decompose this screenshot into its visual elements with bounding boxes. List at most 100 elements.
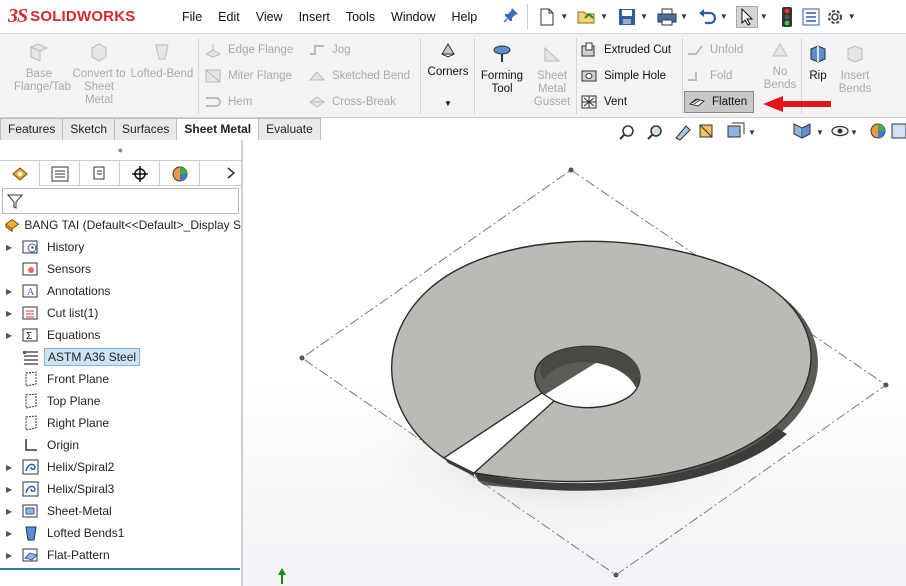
undo-dropdown-caret[interactable]: ▼	[720, 12, 728, 21]
open-folder-icon[interactable]	[576, 6, 598, 28]
new-document-icon[interactable]	[536, 6, 558, 28]
file-properties-icon[interactable]	[800, 6, 822, 28]
expand-arrow-icon[interactable]: ▶	[6, 529, 16, 538]
hem-button[interactable]: Hem	[204, 91, 252, 113]
sheet-metal-gusset-button[interactable]: Sheet Metal Gusset	[530, 44, 574, 109]
view-orientation-caret[interactable]: ▼	[748, 128, 756, 137]
new-dropdown-caret[interactable]: ▼	[560, 12, 568, 21]
undo-icon[interactable]	[696, 6, 718, 28]
tree-item-sheet-metal[interactable]: ▶ Sheet-Metal	[0, 500, 241, 522]
rip-button[interactable]: Rip	[804, 44, 832, 83]
zoom-to-fit-icon[interactable]	[619, 125, 634, 140]
lofted-bend-button[interactable]: Lofted-Bend	[128, 42, 196, 81]
filter-funnel-icon[interactable]	[7, 193, 23, 209]
tree-item-front-plane[interactable]: Front Plane	[0, 368, 241, 390]
feature-manager-tab[interactable]	[0, 161, 40, 186]
convert-to-sheet-metal-button[interactable]: Convert to Sheet Metal	[72, 42, 126, 107]
miter-flange-button[interactable]: Miter Flange	[204, 65, 292, 87]
expand-arrow-icon[interactable]: ▶	[6, 485, 16, 494]
graphics-area[interactable]: ▼ ▼ ▼	[242, 118, 906, 586]
zoom-to-area-icon[interactable]	[647, 125, 662, 140]
unfold-button[interactable]: Unfold	[686, 39, 743, 61]
flatten-button[interactable]: Flatten	[684, 91, 755, 113]
cross-break-button[interactable]: Cross-Break	[308, 91, 396, 113]
tree-item-right-plane[interactable]: Right Plane	[0, 412, 241, 434]
menu-file[interactable]: File	[174, 10, 210, 24]
hide-show-caret[interactable]: ▼	[850, 128, 858, 137]
tab-evaluate[interactable]: Evaluate	[258, 118, 321, 140]
save-icon[interactable]	[616, 6, 638, 28]
tree-root-part[interactable]: BANG TAI (Default<<Default>_Display S	[0, 214, 241, 236]
tree-item-flat-pattern[interactable]: ▶ Flat-Pattern	[0, 544, 241, 566]
panel-splitter[interactable]	[242, 140, 243, 586]
property-manager-tab[interactable]	[40, 161, 80, 186]
simple-hole-button[interactable]: Simple Hole	[580, 65, 666, 87]
fold-button[interactable]: Fold	[686, 65, 732, 87]
section-view-icon[interactable]	[699, 124, 713, 138]
model-viewport[interactable]: ▼ ▼ ▼	[242, 118, 906, 586]
rebuild-traffic-light-icon[interactable]	[776, 6, 798, 28]
options-gear-icon[interactable]	[824, 6, 846, 28]
scene-icon[interactable]	[891, 123, 906, 139]
expand-arrow-icon[interactable]: ▶	[6, 243, 16, 252]
forming-tool-button[interactable]: Forming Tool	[478, 44, 526, 96]
expand-arrow-icon[interactable]: ▶	[6, 463, 16, 472]
sketched-bend-button[interactable]: Sketched Bend	[308, 65, 410, 87]
menu-window[interactable]: Window	[383, 10, 443, 24]
expand-arrow-icon[interactable]: ▶	[6, 551, 16, 560]
tree-item-origin[interactable]: Origin	[0, 434, 241, 456]
tab-surfaces[interactable]: Surfaces	[114, 118, 178, 140]
menu-edit[interactable]: Edit	[210, 10, 248, 24]
feature-tree-filter[interactable]	[2, 188, 239, 214]
menu-insert[interactable]: Insert	[291, 10, 338, 24]
tab-features[interactable]: Features	[0, 118, 64, 140]
rollback-bar[interactable]	[0, 568, 240, 570]
tree-item-top-plane[interactable]: Top Plane	[0, 390, 241, 412]
print-dropdown-caret[interactable]: ▼	[680, 12, 688, 21]
expand-arrow-icon[interactable]: ▶	[6, 287, 16, 296]
display-manager-tab[interactable]	[160, 161, 200, 186]
tree-item-equations[interactable]: ▶ Σ Equations	[0, 324, 241, 346]
select-dropdown-caret[interactable]: ▼	[760, 12, 768, 21]
corners-button[interactable]: Corners ▼	[424, 40, 472, 110]
panel-grip-handle[interactable]: ●	[0, 140, 241, 160]
menu-view[interactable]: View	[248, 10, 291, 24]
base-flange-button[interactable]: Base Flange/Tab	[14, 42, 71, 94]
appearance-icon[interactable]	[870, 123, 886, 139]
extruded-cut-button[interactable]: Extruded Cut	[580, 39, 671, 61]
tree-item-annotations[interactable]: ▶ A Annotations	[0, 280, 241, 302]
tree-item-astm-a36-steel[interactable]: ASTM A36 Steel	[0, 346, 241, 368]
dimxpert-manager-tab[interactable]	[120, 161, 160, 186]
hide-show-eye-icon[interactable]	[831, 125, 849, 137]
edge-flange-button[interactable]: Edge Flange	[204, 39, 293, 61]
dynamic-annotation-icon[interactable]	[727, 122, 745, 138]
solidworks-logo[interactable]: 3S SOLIDWORKS	[0, 0, 160, 34]
save-dropdown-caret[interactable]: ▼	[640, 12, 648, 21]
menu-help[interactable]: Help	[444, 10, 486, 24]
manager-tabs-scroll-right[interactable]	[200, 161, 241, 185]
pin-menu-icon[interactable]	[503, 7, 519, 26]
expand-arrow-icon[interactable]: ▶	[6, 507, 16, 516]
vent-button[interactable]: Vent	[580, 91, 627, 113]
expand-arrow-icon[interactable]: ▶	[6, 331, 16, 340]
configuration-manager-tab[interactable]	[80, 161, 120, 186]
jog-button[interactable]: Jog	[308, 39, 351, 61]
tree-item-sensors[interactable]: Sensors	[0, 258, 241, 280]
display-style-caret[interactable]: ▼	[816, 128, 824, 137]
options-dropdown-caret[interactable]: ▼	[848, 12, 856, 21]
corners-dropdown-caret[interactable]: ▼	[424, 97, 472, 110]
insert-bends-button[interactable]: Insert Bends	[834, 44, 876, 96]
tab-sketch[interactable]: Sketch	[62, 118, 116, 140]
open-dropdown-caret[interactable]: ▼	[600, 12, 608, 21]
print-icon[interactable]	[656, 6, 678, 28]
tree-item-history[interactable]: ▶ History	[0, 236, 241, 258]
tree-item-helix-spiral3[interactable]: ▶ Helix/Spiral3	[0, 478, 241, 500]
tree-item-cut-list-1[interactable]: ▶ Cut list(1)	[0, 302, 241, 324]
tree-item-lofted-bends1[interactable]: ▶ Lofted Bends1	[0, 522, 241, 544]
menu-tools[interactable]: Tools	[338, 10, 383, 24]
display-style-icon[interactable]	[793, 123, 811, 139]
previous-view-icon[interactable]	[675, 125, 691, 141]
no-bends-button[interactable]: No Bends	[762, 40, 798, 92]
expand-arrow-icon[interactable]: ▶	[6, 309, 16, 318]
tab-sheet-metal[interactable]: Sheet Metal	[176, 118, 260, 140]
